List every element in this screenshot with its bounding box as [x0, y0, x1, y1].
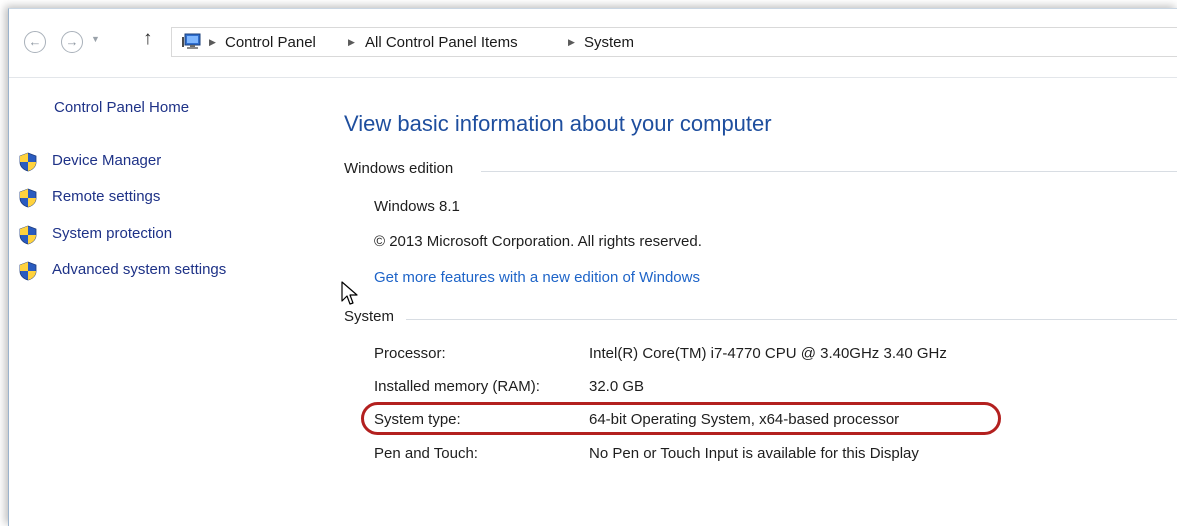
sidebar-item-label: Advanced system settings [52, 261, 227, 278]
processor-value: Intel(R) Core(TM) i7-4770 CPU @ 3.40GHz … [589, 345, 947, 362]
sidebar-item-label: Device Manager [52, 152, 162, 169]
up-arrow-icon[interactable]: ↑ [143, 28, 153, 50]
ram-label: Installed memory (RAM): [374, 378, 540, 395]
section-header-windows-edition: Windows edition [344, 160, 454, 177]
copyright-text: © 2013 Microsoft Corporation. All rights… [374, 233, 702, 250]
breadcrumb-system[interactable]: System [584, 34, 634, 51]
get-more-features-link[interactable]: Get more features with a new edition of … [374, 269, 700, 286]
pen-touch-label: Pen and Touch: [374, 445, 478, 462]
windows-edition-value: Windows 8.1 [374, 198, 460, 215]
system-window: ← → ▼ ↑ ▶ Control Panel ▶ All Control Pa… [8, 8, 1177, 526]
page-title: View basic information about your comput… [344, 111, 772, 136]
shield-icon [19, 152, 37, 172]
address-bar: ← → ▼ ↑ ▶ Control Panel ▶ All Control Pa… [9, 9, 1177, 78]
chevron-right-icon: ▶ [348, 37, 355, 47]
shield-icon [19, 188, 37, 208]
processor-label: Processor: [374, 345, 446, 362]
forward-arrow-icon[interactable]: → [61, 31, 83, 53]
ram-value: 32.0 GB [589, 378, 645, 395]
chevron-right-icon: ▶ [568, 37, 575, 47]
highlight-annotation [361, 402, 1001, 435]
recent-locations-chevron-icon[interactable]: ▼ [91, 34, 100, 44]
chevron-right-icon: ▶ [209, 37, 216, 47]
breadcrumb-control-panel[interactable]: Control Panel [225, 34, 316, 51]
sidebar-item-label: System protection [52, 225, 173, 242]
sidebar-item-label: Remote settings [52, 188, 161, 205]
mouse-cursor-icon [341, 281, 358, 305]
pen-touch-value: No Pen or Touch Input is available for t… [589, 445, 919, 462]
sidebar-home-link[interactable]: Control Panel Home [54, 99, 189, 116]
section-divider [481, 171, 1177, 172]
address-box[interactable]: ▶ Control Panel ▶ All Control Panel Item… [171, 27, 1177, 57]
shield-icon [19, 225, 37, 245]
section-header-system: System [344, 308, 395, 325]
shield-icon [19, 261, 37, 281]
computer-icon [182, 33, 201, 49]
back-arrow-icon[interactable]: ← [24, 31, 46, 53]
breadcrumb-all-items[interactable]: All Control Panel Items [365, 34, 518, 51]
section-divider [406, 319, 1177, 320]
